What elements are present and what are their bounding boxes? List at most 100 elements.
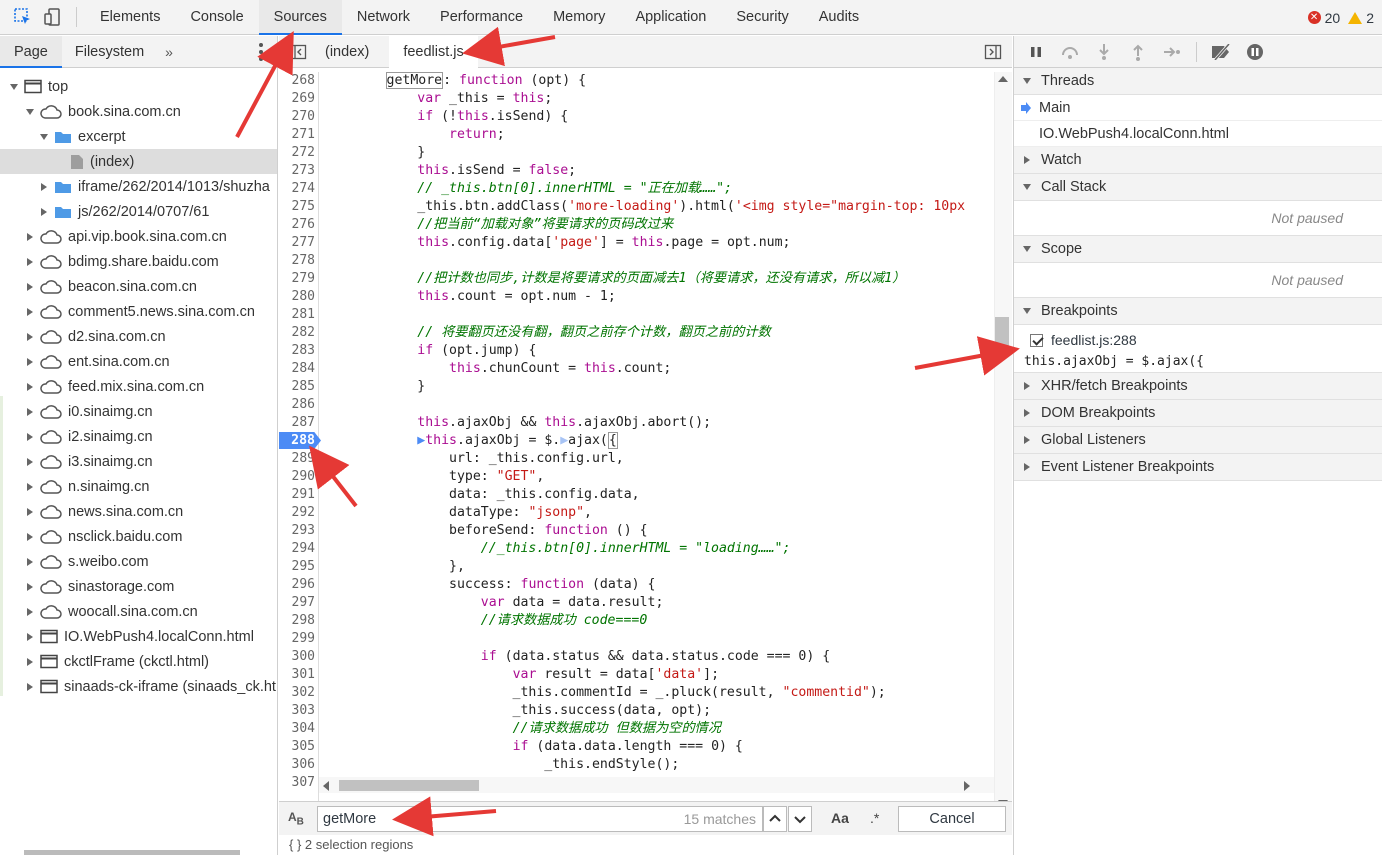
tree-item[interactable]: js/262/2014/0707/61 xyxy=(0,199,277,224)
line-number[interactable]: 289 xyxy=(279,450,315,468)
dom-breakpoints-header[interactable]: DOM Breakpoints xyxy=(1014,400,1382,427)
line-number[interactable]: 303 xyxy=(279,702,315,720)
chevron-right-icon[interactable] xyxy=(24,331,36,343)
line-number[interactable]: 298 xyxy=(279,612,315,630)
line-number[interactable]: 295 xyxy=(279,558,315,576)
line-number[interactable]: 286 xyxy=(279,396,315,414)
tree-item[interactable]: news.sina.com.cn xyxy=(0,499,277,524)
tab-sources[interactable]: Sources xyxy=(258,0,342,35)
code-line[interactable]: 277 this.config.data['page'] = this.page… xyxy=(279,234,994,252)
breakpoint-checkbox[interactable] xyxy=(1030,333,1043,347)
tab-audits[interactable]: Audits xyxy=(804,0,874,35)
code-line[interactable]: 285 } xyxy=(279,378,994,396)
tree-item[interactable]: s.weibo.com xyxy=(0,549,277,574)
chevron-right-icon[interactable] xyxy=(24,681,36,693)
code-line[interactable]: 269 var _this = this; xyxy=(279,90,994,108)
line-number[interactable]: 301 xyxy=(279,666,315,684)
search-input[interactable]: getMore 15 matches xyxy=(317,806,763,832)
chevron-right-icon[interactable] xyxy=(24,606,36,618)
tab-filesystem[interactable]: Filesystem xyxy=(62,36,157,68)
more-tabs-icon[interactable]: » xyxy=(157,44,181,60)
editor-vertical-scrollbar[interactable] xyxy=(994,72,1012,810)
tree-item[interactable]: i3.sinaimg.cn xyxy=(0,449,277,474)
editor-horizontal-scrollbar[interactable] xyxy=(319,777,994,793)
chevron-right-icon[interactable] xyxy=(24,506,36,518)
chevron-right-icon[interactable] xyxy=(38,181,50,193)
line-number[interactable]: 302 xyxy=(279,684,315,702)
tree-item[interactable]: book.sina.com.cn xyxy=(0,99,277,124)
tree-item[interactable]: (index) xyxy=(0,149,277,174)
tree-item[interactable]: d2.sina.com.cn xyxy=(0,324,277,349)
scroll-thumb[interactable] xyxy=(339,780,479,791)
code-line[interactable]: 272 } xyxy=(279,144,994,162)
code-line[interactable]: 268 getMore: function (opt) { xyxy=(279,72,994,90)
tab-performance[interactable]: Performance xyxy=(425,0,538,35)
code-line[interactable]: 305 if (data.data.length === 0) { xyxy=(279,738,994,756)
pause-icon[interactable] xyxy=(1026,42,1046,62)
line-number[interactable]: 305 xyxy=(279,738,315,756)
line-number[interactable]: 300 xyxy=(279,648,315,666)
device-toolbar-icon[interactable] xyxy=(42,6,64,28)
tree-item[interactable]: n.sinaimg.cn xyxy=(0,474,277,499)
code-line[interactable]: 303 _this.success(data, opt); xyxy=(279,702,994,720)
code-line[interactable]: 293 beforeSend: function () { xyxy=(279,522,994,540)
code-line[interactable]: 297 var data = data.result; xyxy=(279,594,994,612)
code-line[interactable]: 292 dataType: "jsonp", xyxy=(279,504,994,522)
step-icon[interactable] xyxy=(1162,42,1182,62)
chevron-right-icon[interactable] xyxy=(24,406,36,418)
tree-item[interactable]: comment5.news.sina.com.cn xyxy=(0,299,277,324)
code-line[interactable]: 273 this.isSend = false; xyxy=(279,162,994,180)
chevron-right-icon[interactable] xyxy=(38,206,50,218)
chevron-right-icon[interactable] xyxy=(24,381,36,393)
line-number[interactable]: 291 xyxy=(279,486,315,504)
step-out-icon[interactable] xyxy=(1128,42,1148,62)
line-number[interactable]: 271 xyxy=(279,126,315,144)
match-case-button[interactable]: Aa xyxy=(831,810,849,826)
tree-item[interactable]: ckctlFrame (ckctl.html) xyxy=(0,649,277,674)
kebab-menu-icon[interactable] xyxy=(259,43,263,61)
line-number[interactable]: 269 xyxy=(279,90,315,108)
line-number[interactable]: 278 xyxy=(279,252,315,270)
line-number[interactable]: 281 xyxy=(279,306,315,324)
line-number[interactable]: 273 xyxy=(279,162,315,180)
tab-security[interactable]: Security xyxy=(721,0,803,35)
breakpoint-marker[interactable]: 288 xyxy=(279,432,321,449)
line-number[interactable]: 283 xyxy=(279,342,315,360)
replace-toggle-icon[interactable]: AB xyxy=(288,810,304,827)
tree-item[interactable]: bdimg.share.baidu.com xyxy=(0,249,277,274)
chevron-right-icon[interactable] xyxy=(24,256,36,268)
watch-section-header[interactable]: Watch xyxy=(1014,147,1382,174)
code-line[interactable]: 302 _this.commentId = _.pluck(result, "c… xyxy=(279,684,994,702)
tree-item[interactable]: top xyxy=(0,74,277,99)
chevron-right-icon[interactable] xyxy=(24,431,36,443)
code-line[interactable]: 289 url: _this.config.url, xyxy=(279,450,994,468)
pause-on-exceptions-icon[interactable] xyxy=(1245,42,1265,62)
code-line[interactable]: 300 if (data.status && data.status.code … xyxy=(279,648,994,666)
code-line[interactable]: 291 data: _this.config.data, xyxy=(279,486,994,504)
line-number[interactable]: 284 xyxy=(279,360,315,378)
tab-elements[interactable]: Elements xyxy=(85,0,175,35)
event-listener-breakpoints-header[interactable]: Event Listener Breakpoints xyxy=(1014,454,1382,481)
next-match-button[interactable] xyxy=(788,806,812,832)
chevron-down-icon[interactable] xyxy=(38,131,50,143)
line-number[interactable]: 294 xyxy=(279,540,315,558)
chevron-right-icon[interactable] xyxy=(24,531,36,543)
tree-item[interactable]: sinastorage.com xyxy=(0,574,277,599)
line-number[interactable]: 287 xyxy=(279,414,315,432)
code-line[interactable]: 298 //请求数据成功 code===0 xyxy=(279,612,994,630)
breakpoints-section-header[interactable]: Breakpoints xyxy=(1014,298,1382,325)
code-line[interactable]: 288 ▶this.ajaxObj = $.▶ajax({ xyxy=(279,432,994,450)
code-line[interactable]: 295 }, xyxy=(279,558,994,576)
tree-item[interactable]: woocall.sina.com.cn xyxy=(0,599,277,624)
previous-match-button[interactable] xyxy=(763,806,787,832)
tree-item[interactable]: ent.sina.com.cn xyxy=(0,349,277,374)
chevron-right-icon[interactable] xyxy=(24,631,36,643)
code-line[interactable]: 276 //把当前“加载对象”将要请求的页码改过来 xyxy=(279,216,994,234)
navigator-scrollbar[interactable] xyxy=(24,850,240,855)
line-number[interactable]: 270 xyxy=(279,108,315,126)
code-line[interactable]: 279 //把计数也同步,计数是将要请求的页面减去1（将要请求，还没有请求，所以… xyxy=(279,270,994,288)
chevron-right-icon[interactable] xyxy=(24,481,36,493)
line-number[interactable]: 296 xyxy=(279,576,315,594)
chevron-right-icon[interactable] xyxy=(24,456,36,468)
line-number[interactable]: 277 xyxy=(279,234,315,252)
